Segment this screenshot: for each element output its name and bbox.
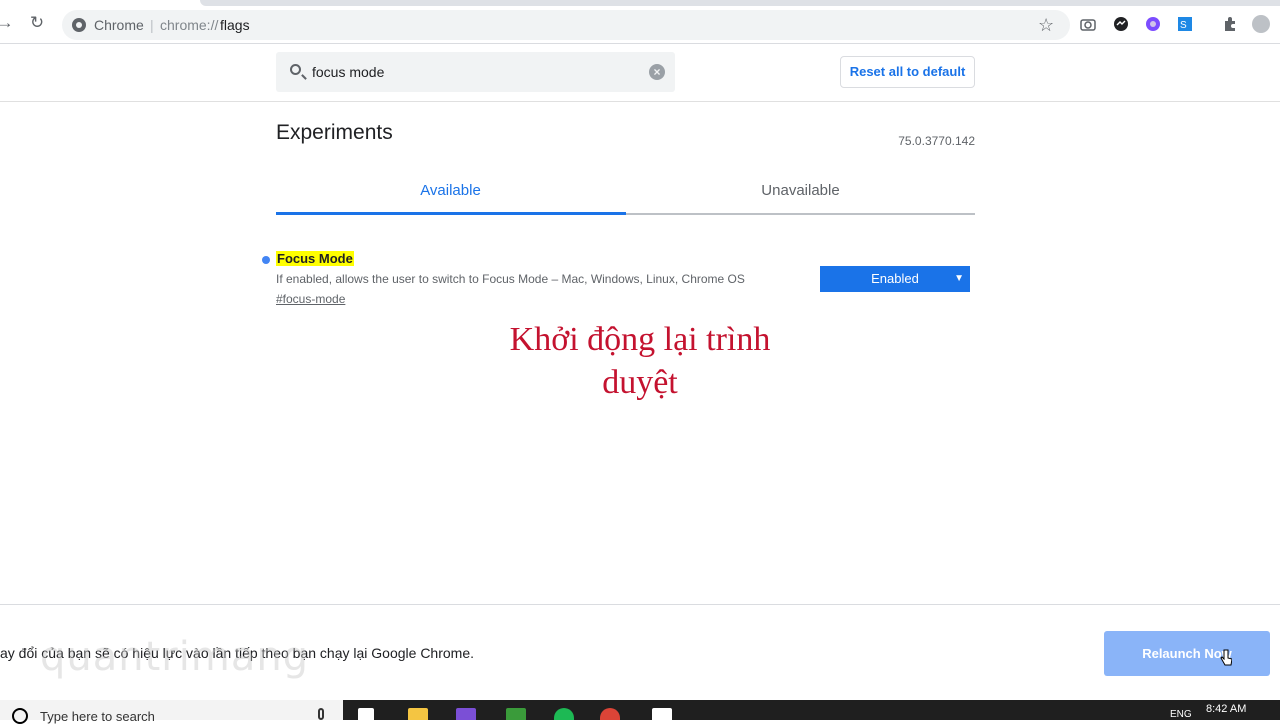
reload-icon[interactable]: ↻	[28, 14, 46, 32]
search-icon	[290, 64, 301, 75]
flags-header: focus mode × Reset all to default	[0, 44, 1280, 102]
spotify-icon[interactable]	[554, 708, 574, 720]
cortana-icon	[12, 708, 28, 724]
address-bar[interactable]: Chrome | chrome:// flags ☆	[62, 10, 1070, 40]
app-icon[interactable]	[652, 708, 672, 720]
experiment-state-select[interactable]: Enabled ▼	[820, 266, 970, 292]
page-title: Experiments	[276, 121, 393, 144]
microphone-icon[interactable]	[318, 708, 324, 720]
url-separator: |	[150, 17, 154, 33]
tab-strip	[200, 0, 1280, 6]
profile-icon[interactable]	[1252, 15, 1270, 33]
app-icon[interactable]	[506, 708, 526, 720]
taskbar-search[interactable]: Type here to search	[0, 700, 343, 724]
chrome-page-icon	[72, 18, 86, 32]
messenger-icon[interactable]	[1113, 16, 1129, 32]
site-name: Chrome	[94, 17, 144, 33]
caption-line-2: duyệt	[602, 364, 678, 401]
flags-search-input[interactable]: focus mode ×	[276, 52, 675, 92]
hand-cursor-icon	[1220, 649, 1232, 666]
tab-available[interactable]: Available	[276, 182, 625, 199]
tab-unavailable[interactable]: Unavailable	[626, 182, 975, 199]
caption-line-1: Khởi động lại trình	[509, 321, 771, 358]
modified-indicator-icon	[262, 256, 270, 264]
reset-all-button[interactable]: Reset all to default	[840, 56, 975, 88]
clear-search-icon[interactable]: ×	[649, 64, 665, 80]
search-value[interactable]: focus mode	[312, 64, 384, 80]
dropdown-arrow-icon: ▼	[954, 273, 964, 284]
file-explorer-icon[interactable]	[408, 708, 428, 720]
camera-icon[interactable]	[1080, 16, 1096, 32]
viber-icon[interactable]	[456, 708, 476, 720]
url-path: flags	[220, 17, 250, 33]
extension-icon[interactable]	[1145, 16, 1161, 32]
clock[interactable]: 8:42 AM	[1206, 703, 1246, 715]
watermark-logo: qquantrimanguantrimang	[40, 634, 310, 680]
svg-text:S: S	[1180, 20, 1187, 31]
browser-toolbar: → ↻ Chrome | chrome:// flags ☆ S	[0, 0, 1280, 44]
bookmark-star-icon[interactable]: ☆	[1038, 15, 1054, 36]
relaunch-button[interactable]: Relaunch Now	[1104, 631, 1270, 676]
experiment-description: If enabled, allows the user to switch to…	[276, 272, 745, 286]
experiment-state-value: Enabled	[871, 271, 919, 286]
extension-icon[interactable]: S	[1177, 16, 1193, 32]
puzzle-icon[interactable]	[1222, 16, 1238, 32]
experiment-link[interactable]: #focus-mode	[276, 292, 345, 306]
version-label: 75.0.3770.142	[898, 134, 975, 148]
task-view-icon[interactable]	[358, 708, 374, 720]
url-scheme: chrome://	[160, 17, 219, 33]
video-caption: Khởi động lại trình duyệt	[440, 318, 840, 404]
windows-taskbar: Type here to search ENG 8:42 AM	[0, 700, 1280, 724]
chrome-icon[interactable]	[600, 708, 620, 720]
language-indicator[interactable]: ENG	[1170, 709, 1192, 720]
tab-active-indicator	[276, 212, 626, 215]
forward-arrow-icon[interactable]: →	[0, 14, 14, 32]
experiment-name: Focus Mode	[276, 251, 354, 266]
taskbar-search-placeholder: Type here to search	[40, 709, 155, 724]
